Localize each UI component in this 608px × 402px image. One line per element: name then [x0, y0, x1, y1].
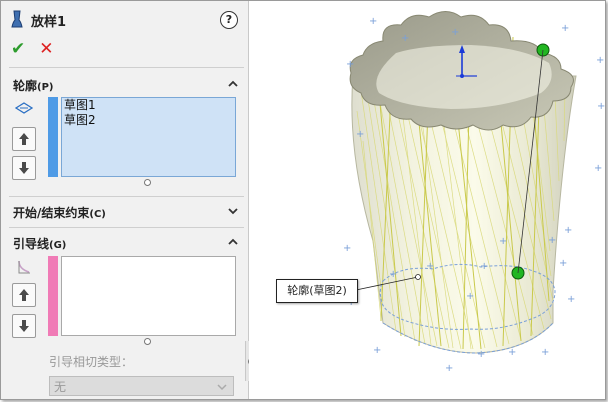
- property-manager: 放样1 ? ✔ ✕ 轮廓(P) 草图1 草图2 开始/结束约束(C) 引导线(G…: [1, 1, 255, 399]
- svg-text:+: +: [480, 261, 488, 272]
- svg-text:+: +: [564, 225, 572, 236]
- graphics-viewport[interactable]: +++ +++ +++ +++ +++ +++ +++ +++ +: [249, 1, 605, 399]
- chevron-down-icon: [217, 384, 227, 391]
- guides-section-label: 引导线: [13, 237, 50, 251]
- svg-text:+: +: [541, 347, 549, 358]
- guide-curve-icon: [16, 259, 32, 278]
- tangency-type-label: 引导相切类型：: [49, 355, 134, 369]
- svg-text:+: +: [373, 345, 381, 356]
- feature-title: 放样1: [31, 14, 67, 30]
- arrow-up-icon: [19, 289, 29, 301]
- start-end-section-label: 开始/结束约束: [13, 206, 90, 220]
- list-item[interactable]: 草图2: [62, 113, 235, 128]
- start-end-section-shortcut: (C): [89, 209, 106, 220]
- guides-section-header[interactable]: 引导线(G): [13, 235, 66, 252]
- move-up-button[interactable]: [12, 127, 36, 151]
- profile-select-icon: [14, 102, 34, 117]
- divider: [9, 196, 244, 197]
- svg-text:+: +: [567, 294, 575, 305]
- chevron-up-icon[interactable]: [227, 78, 239, 90]
- svg-text:+: +: [426, 261, 434, 272]
- profiles-section-label: 轮廓: [13, 79, 38, 93]
- tangency-type-value: 无: [54, 380, 67, 394]
- guides-list[interactable]: [61, 256, 236, 336]
- svg-text:+: +: [445, 363, 453, 374]
- profile-callout[interactable]: 轮廓(草图2): [276, 279, 358, 303]
- guide-color-bar: [48, 256, 58, 336]
- ok-button[interactable]: ✔: [11, 39, 25, 59]
- help-button[interactable]: ?: [220, 11, 238, 29]
- arrow-down-icon: [19, 162, 29, 174]
- svg-text:+: +: [508, 347, 516, 358]
- svg-text:+: +: [548, 235, 556, 246]
- svg-text:+: +: [597, 101, 605, 112]
- divider: [9, 227, 244, 228]
- guides-section-shortcut: (G): [49, 240, 67, 251]
- profiles-list[interactable]: 草图1 草图2: [61, 97, 236, 177]
- action-bar: ✔ ✕: [11, 39, 54, 59]
- resize-grip[interactable]: [144, 338, 151, 345]
- svg-text:+: +: [594, 163, 602, 174]
- svg-text:+: +: [559, 258, 567, 269]
- feature-header: 放样1: [11, 9, 66, 31]
- cancel-button[interactable]: ✕: [39, 39, 53, 59]
- profiles-section-header[interactable]: 轮廓(P): [13, 77, 54, 94]
- arrow-up-icon: [19, 133, 29, 145]
- divider: [9, 67, 244, 68]
- move-down-button[interactable]: [12, 314, 36, 338]
- profiles-section-shortcut: (P): [37, 82, 54, 93]
- svg-text:+: +: [343, 243, 351, 254]
- move-down-button[interactable]: [12, 156, 36, 180]
- profile-color-bar: [48, 97, 58, 177]
- chevron-up-icon[interactable]: [227, 236, 239, 248]
- svg-text:+: +: [561, 23, 569, 34]
- svg-text:+: +: [389, 269, 397, 280]
- start-end-section-header[interactable]: 开始/结束约束(C): [13, 204, 106, 221]
- svg-text:+: +: [477, 349, 485, 360]
- svg-text:+: +: [451, 27, 459, 38]
- svg-text:+: +: [596, 55, 604, 66]
- svg-text:+: +: [356, 129, 364, 140]
- loft-preview-model: +++ +++ +++ +++ +++ +++ +++ +++ +: [343, 11, 605, 374]
- svg-text:+: +: [369, 16, 377, 27]
- resize-grip[interactable]: [144, 179, 151, 186]
- list-item[interactable]: 草图1: [62, 98, 235, 113]
- svg-text:+: +: [466, 291, 474, 302]
- svg-text:+: +: [499, 236, 507, 247]
- tangency-type-select[interactable]: 无: [49, 376, 234, 396]
- chevron-down-icon[interactable]: [227, 205, 239, 217]
- arrow-down-icon: [19, 320, 29, 332]
- svg-text:+: +: [401, 33, 409, 44]
- window-frame: 放样1 ? ✔ ✕ 轮廓(P) 草图1 草图2 开始/结束约束(C) 引导线(G…: [0, 0, 606, 400]
- loft-icon: [11, 10, 23, 31]
- svg-text:+: +: [346, 59, 354, 70]
- move-up-button[interactable]: [12, 283, 36, 307]
